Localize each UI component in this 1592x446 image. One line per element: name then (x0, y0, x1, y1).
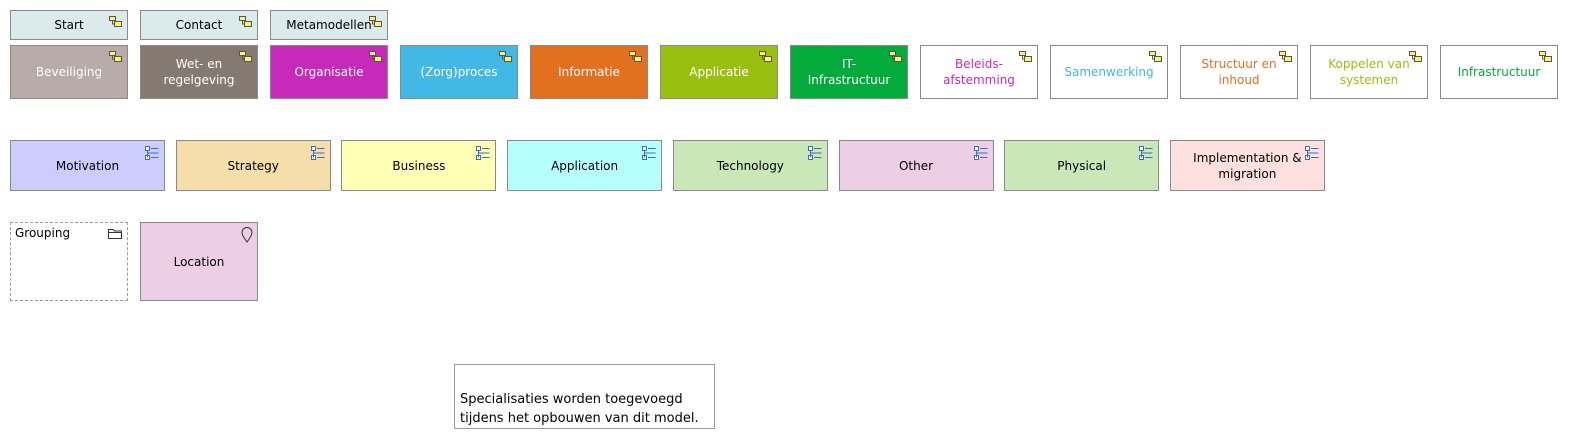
layer-view-item[interactable]: Informatie (530, 45, 648, 99)
element-view-item[interactable]: Business (341, 140, 497, 191)
grouping-label: Grouping (15, 226, 71, 240)
element-view-label: Business (392, 158, 446, 173)
element-view-item[interactable]: Technology (672, 140, 828, 191)
location-label: Location (173, 254, 225, 269)
layer-view-label: Wet- en regelgeving (163, 57, 235, 87)
layer-view-item[interactable]: Wet- en regelgeving (140, 45, 258, 99)
layer-view-item[interactable]: Infrastructuur (1440, 45, 1558, 99)
diagram-model-icon (1539, 51, 1552, 62)
layer-view-item[interactable]: Organisatie (270, 45, 388, 99)
element-view-item[interactable]: Motivation (10, 140, 165, 191)
diagram-model-icon (239, 51, 252, 62)
view-list-icon (1304, 146, 1319, 160)
view-list-icon (310, 146, 325, 160)
note-specialisaties[interactable]: Specialisaties worden toegevoegd tijdens… (454, 364, 715, 429)
nav-contact-label: Contact (175, 18, 223, 32)
diagram-model-icon (1409, 51, 1422, 62)
nav-metamodellen[interactable]: Metamodellen (270, 10, 388, 40)
nav-start-label: Start (54, 18, 84, 32)
diagram-model-icon (239, 16, 252, 27)
layer-view-label: Informatie (558, 65, 620, 79)
layer-view-item[interactable]: (Zorg)proces (400, 45, 518, 99)
layer-view-label: Samenwerking (1064, 65, 1154, 79)
element-view-label: Motivation (55, 158, 120, 173)
layer-view-label: Applicatie (689, 65, 749, 79)
view-list-icon (807, 146, 822, 160)
layer-view-item[interactable]: Beleids- afstemming (920, 45, 1038, 99)
layer-view-label: Organisatie (294, 65, 364, 79)
layer-view-label: IT-Infrastructuur (807, 57, 891, 87)
element-view-label: Application (551, 158, 619, 173)
layer-view-item[interactable]: Samenwerking (1050, 45, 1168, 99)
view-list-icon (145, 146, 159, 160)
element-view-item[interactable]: Strategy (175, 140, 331, 191)
layer-view-label: (Zorg)proces (420, 65, 498, 79)
diagram-model-icon (629, 51, 642, 62)
element-view-item[interactable]: Other (838, 140, 994, 191)
diagram-model-icon (369, 51, 382, 62)
diagram-model-icon (369, 16, 382, 27)
element-view-item[interactable]: Physical (1004, 140, 1160, 191)
location-element[interactable]: Location (140, 222, 258, 301)
location-pin-icon (241, 227, 253, 243)
layer-view-label: Koppelen van systemen (1328, 57, 1410, 87)
folder-icon (108, 229, 122, 239)
layer-view-item[interactable]: Applicatie (660, 45, 778, 99)
grouping-element[interactable]: Grouping (10, 222, 128, 301)
view-list-icon (1139, 146, 1153, 160)
note-text: Specialisaties worden toegevoegd tijdens… (460, 392, 699, 426)
diagram-model-icon (1019, 51, 1032, 62)
layer-view-label: Beveiliging (35, 65, 103, 79)
nav-metamodellen-label: Metamodellen (286, 18, 372, 32)
nav-start[interactable]: Start (10, 10, 128, 40)
element-view-item[interactable]: Implementation & migration (1169, 140, 1325, 191)
element-view-item[interactable]: Application (507, 140, 663, 191)
diagram-model-icon (499, 51, 512, 62)
diagram-model-icon (109, 51, 122, 62)
layer-view-label: Beleids- afstemming (943, 57, 1015, 87)
layer-view-item[interactable]: Koppelen van systemen (1310, 45, 1428, 99)
element-view-label: Strategy (227, 158, 279, 173)
layer-view-item[interactable]: IT-Infrastructuur (790, 45, 908, 99)
view-list-icon (476, 146, 490, 160)
element-view-label: Technology (716, 158, 784, 173)
layer-view-label: Infrastructuur (1457, 65, 1541, 79)
diagram-model-icon (109, 16, 122, 27)
diagram-model-icon (1279, 51, 1292, 62)
diagram-model-icon (889, 51, 902, 62)
view-list-icon (973, 146, 987, 160)
diagram-model-icon (1149, 51, 1162, 62)
layer-view-item[interactable]: Beveiliging (10, 45, 128, 99)
element-view-label: Other (898, 158, 934, 173)
view-list-icon (642, 146, 656, 160)
element-view-label: Physical (1057, 158, 1107, 173)
layer-view-item[interactable]: Structuur en inhoud (1180, 45, 1298, 99)
diagram-model-icon (759, 51, 772, 62)
nav-contact[interactable]: Contact (140, 10, 258, 40)
element-view-label: Implementation & migration (1193, 150, 1302, 181)
layer-view-label: Structuur en inhoud (1201, 57, 1277, 87)
